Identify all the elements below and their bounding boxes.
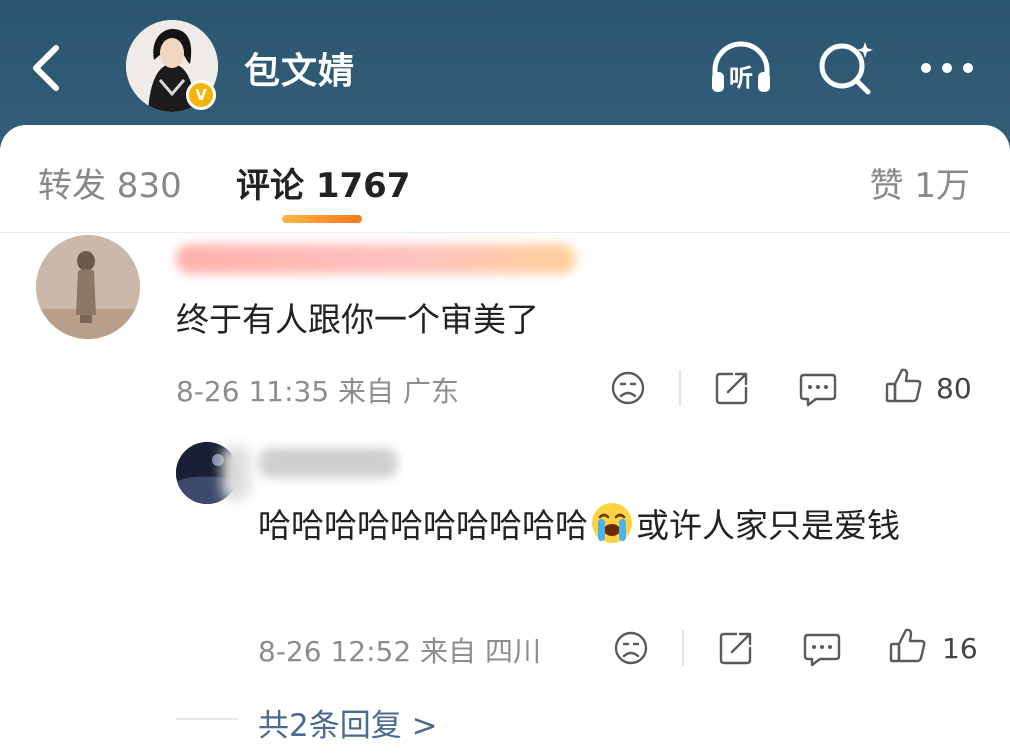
dislike-icon[interactable] <box>606 366 650 410</box>
tab-bar: 转发 830 评论 1767 赞 1万 <box>0 125 1010 233</box>
more-icon[interactable] <box>912 36 982 100</box>
comment-meta: 8-26 11:35 来自 广东 <box>176 375 459 408</box>
tab-comment[interactable]: 评论 1767 <box>236 158 410 207</box>
share-icon[interactable] <box>710 366 754 410</box>
tab-likes[interactable]: 赞 1万 <box>870 158 970 207</box>
active-tab-indicator <box>282 215 362 223</box>
reply-text: 哈哈哈哈哈哈哈哈哈哈 或许人家只是爱钱 <box>258 500 978 552</box>
comment-icon[interactable] <box>800 626 844 670</box>
reply-text-part: 或许人家只是爱钱 <box>636 506 900 545</box>
reply-text-part: 哈哈哈哈哈哈哈哈哈哈 <box>258 506 588 545</box>
dislike-icon[interactable] <box>609 626 653 670</box>
comment-text: 终于有人跟你一个审美了 <box>176 300 539 339</box>
action-separator <box>679 370 681 406</box>
action-separator <box>682 630 684 666</box>
commenter-name-blurred[interactable] <box>176 244 576 274</box>
user-name[interactable]: 包文婧 <box>244 42 355 94</box>
blur-mask <box>222 446 250 500</box>
reply-meta: 8-26 12:52 来自 四川 <box>258 635 541 668</box>
listen-icon[interactable]: 听 <box>706 36 776 100</box>
like-count: 16 <box>942 632 978 665</box>
reply-divider <box>176 718 238 720</box>
verified-badge: V <box>186 80 216 110</box>
comment-icon[interactable] <box>796 366 840 410</box>
search-icon[interactable] <box>812 36 882 100</box>
share-icon[interactable] <box>714 626 758 670</box>
crying-emoji-icon <box>592 503 632 543</box>
replier-name-blurred[interactable] <box>258 448 398 478</box>
back-icon[interactable] <box>22 38 72 98</box>
more-replies-link[interactable]: 共2条回复 > <box>258 700 438 745</box>
commenter-avatar[interactable] <box>36 235 140 339</box>
listen-label: 听 <box>729 64 753 92</box>
like-icon[interactable] <box>886 624 930 668</box>
tab-repost[interactable]: 转发 830 <box>38 158 182 207</box>
top-bar: V 包文婧 听 <box>0 0 1010 140</box>
like-icon[interactable] <box>882 364 926 408</box>
like-count: 80 <box>936 372 972 405</box>
